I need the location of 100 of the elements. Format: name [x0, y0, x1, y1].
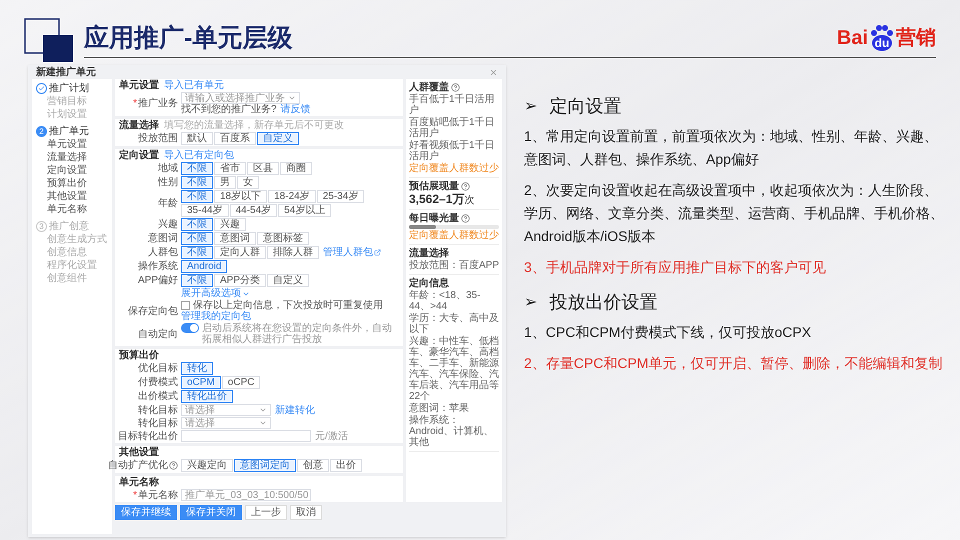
panel-title: 人群覆盖	[409, 82, 449, 93]
step-label[interactable]: 推广计划	[49, 83, 89, 94]
option-button[interactable]: 25-34岁	[316, 190, 364, 203]
option-button[interactable]: Android	[181, 260, 228, 273]
option-button[interactable]: 女	[237, 176, 259, 189]
option-button[interactable]: 意图标签	[257, 232, 309, 245]
field-label: 目标转化出价	[118, 430, 178, 442]
step-sub-item[interactable]: 预算出价	[47, 178, 108, 189]
field-label: 推广业务	[138, 98, 178, 109]
step-label[interactable]: 推广单元	[49, 126, 89, 137]
form-button[interactable]: 取消	[290, 505, 322, 520]
help-icon[interactable]	[451, 83, 460, 92]
input-field[interactable]	[181, 430, 311, 442]
section-hint: 填写您的流量选择，新存单元后不可更改	[164, 120, 344, 131]
field-label: 性别	[158, 177, 178, 188]
char-counter: 0/50	[288, 490, 308, 500]
field-label: 自动扩产优化	[108, 460, 168, 471]
panel-text: 兴趣：中性车、低档车、豪华汽车、高档车、二手车、新能源汽车、汽车保险、汽车后装、汽车用品等22个	[409, 336, 499, 402]
slide-title: 应用推广-单元层级	[84, 23, 292, 53]
step-sub-item[interactable]: 定向设置	[47, 165, 108, 176]
field-label: 自动定向	[138, 328, 178, 340]
option-button[interactable]: 35-44岁	[181, 204, 229, 217]
panel-text: 意图词：苹果	[409, 403, 470, 414]
option-button[interactable]: 默认	[181, 132, 213, 145]
note-paragraph: 3、手机品牌对于所有应用推广目标下的客户可见	[524, 258, 827, 277]
checkbox-label: 保存以上定向信息，下次投放时可重复使用	[193, 300, 383, 311]
step-number: 3	[36, 221, 47, 232]
option-button[interactable]: 18-24岁	[268, 190, 316, 203]
option-button[interactable]: 不限	[181, 176, 213, 189]
option-button[interactable]: 区县	[247, 162, 279, 175]
option-button[interactable]: 省市	[214, 162, 246, 175]
option-button[interactable]: 自定义	[257, 132, 299, 145]
option-button[interactable]: 定向人群	[214, 246, 266, 259]
note-paragraph: 1、CPC和CPM付费模式下线，仅可投放oCPX	[524, 323, 812, 342]
option-button[interactable]: 男	[214, 176, 236, 189]
estimate-value: 3,562–1万	[409, 193, 464, 206]
field-label: 兴趣	[158, 219, 178, 230]
field-label: 转化目标	[138, 418, 178, 428]
section-title: 其他设置	[119, 447, 159, 458]
panel-text: 学历：大专、高中及以下	[409, 313, 499, 335]
section-title: 预算出价	[119, 350, 159, 361]
option-button[interactable]: 不限	[181, 232, 213, 245]
option-button[interactable]: 不限	[181, 162, 213, 175]
option-button[interactable]: 百度系	[214, 132, 256, 145]
option-button[interactable]: 不限	[181, 190, 213, 203]
option-button[interactable]: APP分类	[214, 274, 266, 287]
option-button[interactable]: 排除人群	[267, 246, 319, 259]
hint-text: 找不到您的推广业务?	[181, 104, 277, 115]
option-button[interactable]: 创意	[297, 459, 329, 472]
bullet-marker: ➢	[524, 292, 538, 312]
brand-logo: Bai du 营销	[836, 25, 936, 51]
option-button[interactable]: 转化	[181, 362, 213, 375]
field-label: 投放范围	[138, 133, 178, 144]
panel-text: 好看视频低于1千日活用户	[409, 140, 496, 162]
option-button[interactable]: 转化出价	[181, 390, 233, 403]
warning-text: 定向覆盖人群数过少	[409, 230, 499, 241]
help-icon[interactable]	[461, 214, 470, 223]
field-label: 人群包	[148, 247, 178, 258]
field-label: 地域	[158, 163, 178, 174]
step-sub-item[interactable]: 流量选择	[47, 152, 108, 163]
option-button[interactable]: 商圈	[280, 162, 312, 175]
section-title: 单元设置	[119, 80, 159, 91]
section-heading: 投放出价设置	[549, 291, 658, 313]
section-title: 流量选择	[119, 120, 159, 131]
panel-text: 操作系统：Android、计算机、其他	[409, 415, 494, 448]
estimate-unit: 次	[464, 195, 474, 206]
checkbox[interactable]	[181, 301, 190, 310]
option-button[interactable]: 不限	[181, 274, 213, 287]
form-button[interactable]: 上一步	[245, 505, 287, 520]
required-mark: *	[133, 98, 137, 109]
step-sub-item[interactable]: 单元设置	[47, 139, 108, 150]
option-button[interactable]: 不限	[181, 246, 213, 259]
step-sub-item[interactable]: 其他设置	[47, 191, 108, 202]
option-button[interactable]: 54岁以上	[278, 204, 332, 217]
option-button[interactable]: 意图词	[214, 232, 256, 245]
field-label: APP偏好	[138, 275, 178, 286]
option-button[interactable]: 出价	[330, 459, 362, 472]
panel-title: 每日曝光量	[409, 213, 459, 224]
toggle-switch[interactable]	[181, 323, 199, 333]
panel-title: 流量选择	[409, 248, 449, 259]
option-button[interactable]: 不限	[181, 218, 213, 231]
section-title: 定向设置	[119, 150, 159, 161]
option-button[interactable]: 44-54岁	[230, 204, 278, 217]
step-sub-item[interactable]: 单元名称	[47, 204, 108, 215]
bullet-marker: ➢	[524, 96, 538, 116]
help-icon[interactable]	[169, 461, 178, 470]
option-button[interactable]: 兴趣定向	[181, 459, 233, 472]
option-button[interactable]: 兴趣	[214, 218, 246, 231]
close-icon[interactable]	[489, 68, 498, 76]
field-label: 操作系统	[138, 261, 178, 272]
option-button[interactable]: 自定义	[267, 274, 310, 287]
field-label: 出价模式	[138, 391, 178, 402]
option-button[interactable]: 意图词定向	[234, 459, 296, 472]
option-button[interactable]: oCPC	[222, 376, 260, 389]
option-button[interactable]: 18岁以下	[214, 190, 268, 203]
help-icon[interactable]	[461, 182, 470, 191]
step-number: 2	[36, 126, 47, 137]
switch-description: 启动后系统将在您设置的定向条件外，自动拓展相似人群进行广告投放	[202, 323, 393, 345]
option-button[interactable]: oCPM	[181, 376, 221, 389]
window-title: 新建推广单元	[36, 66, 96, 78]
